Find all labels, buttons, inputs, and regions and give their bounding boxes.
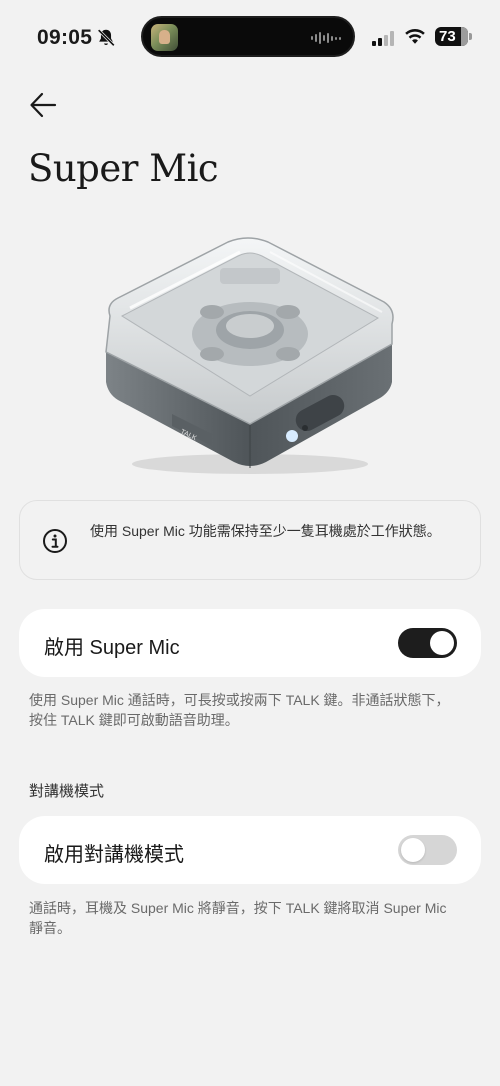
toggle-knob xyxy=(401,838,425,862)
info-text: 使用 Super Mic 功能需保持至少一隻耳機處於工作狀態。 xyxy=(90,523,441,539)
status-time: 09:05 xyxy=(37,26,93,49)
enable-walkie-talkie-toggle[interactable] xyxy=(398,835,457,865)
wifi-icon xyxy=(405,28,425,44)
walkie-talkie-description: 通話時，耳機及 Super Mic 將靜音，按下 TALK 鍵將取消 Super… xyxy=(29,900,447,936)
status-bar: 09:05 73 xyxy=(0,0,500,72)
dynamic-island[interactable] xyxy=(141,16,355,57)
page-title: Super Mic xyxy=(28,147,219,190)
battery-level: 73 xyxy=(439,28,456,45)
info-icon xyxy=(43,529,67,553)
super-mic-settings-screen: 09:05 73 Super Mic TALK 使用 Super Mic 功能需… xyxy=(0,0,500,1086)
super-mic-description: 使用 Super Mic 通話時，可長按或按兩下 TALK 鍵。非通話狀態下，按… xyxy=(29,692,450,728)
super-mic-device-illustration: TALK xyxy=(105,237,394,474)
now-playing-artwork xyxy=(151,24,178,51)
enable-super-mic-row[interactable]: 啟用 Super Mic xyxy=(19,609,481,677)
enable-walkie-talkie-label: 啟用對講機模式 xyxy=(44,844,184,866)
walkie-talkie-section-title: 對講機模式 xyxy=(29,783,105,800)
back-arrow-icon[interactable] xyxy=(28,90,58,120)
audio-waveform-icon xyxy=(311,30,341,46)
enable-walkie-talkie-row[interactable]: 啟用對講機模式 xyxy=(19,816,481,884)
toggle-knob xyxy=(430,631,454,655)
enable-super-mic-toggle[interactable] xyxy=(398,628,457,658)
info-card: 使用 Super Mic 功能需保持至少一隻耳機處於工作狀態。 xyxy=(19,500,481,580)
enable-super-mic-label: 啟用 Super Mic xyxy=(44,637,180,659)
bell-muted-icon xyxy=(97,29,115,47)
cellular-signal-icon xyxy=(372,30,394,46)
battery-indicator: 73 xyxy=(435,27,472,46)
